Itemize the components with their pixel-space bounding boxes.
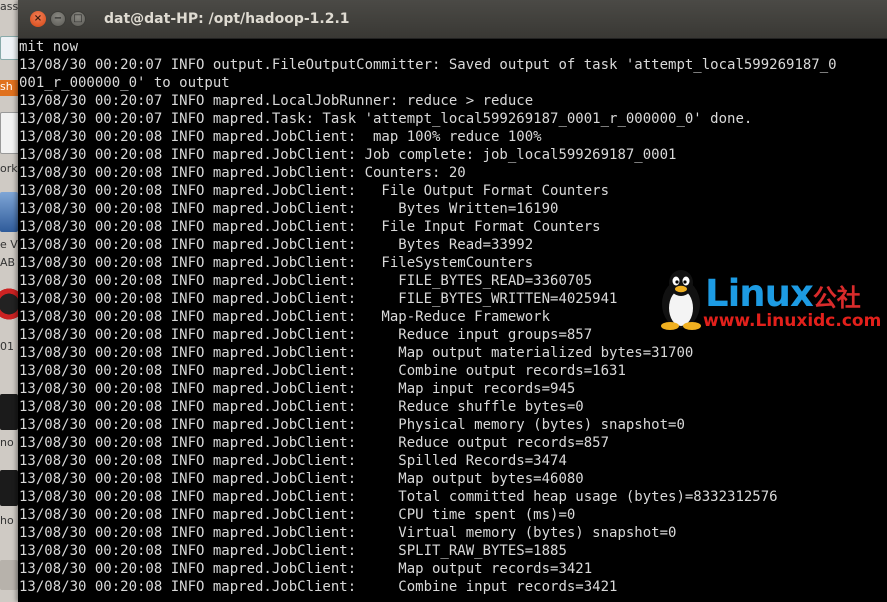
terminal-line: 13/08/30 00:20:08 INFO mapred.JobClient:… bbox=[19, 363, 626, 379]
terminal-line: 13/08/30 00:20:08 INFO mapred.JobClient:… bbox=[19, 471, 584, 487]
terminal-line: 001_r_000000_0' to output bbox=[19, 75, 230, 91]
terminal-window[interactable]: × − □ dat@dat-HP: /opt/hadoop-1.2.1 mit … bbox=[18, 0, 887, 602]
terminal-line: mit now bbox=[19, 39, 79, 55]
terminal-line: 13/08/30 00:20:08 INFO mapred.JobClient:… bbox=[19, 183, 610, 199]
terminal-line: 13/08/30 00:20:08 INFO mapred.JobClient:… bbox=[19, 399, 584, 415]
tux-penguin-icon bbox=[661, 270, 701, 330]
terminal-line: 13/08/30 00:20:08 INFO mapred.JobClient:… bbox=[19, 489, 778, 505]
terminal-line: 13/08/30 00:20:08 INFO mapred.JobClient:… bbox=[19, 237, 534, 253]
terminal-line: 13/08/30 00:20:08 INFO mapred.JobClient:… bbox=[19, 345, 694, 361]
desktop-qq-icon[interactable] bbox=[0, 288, 18, 328]
terminal-line: 13/08/30 00:20:08 INFO mapred.JobClient:… bbox=[19, 543, 567, 559]
terminal-line: 13/08/30 00:20:08 INFO mapred.JobClient:… bbox=[19, 417, 685, 433]
terminal-line: 13/08/30 00:20:08 INFO mapred.JobClient:… bbox=[19, 129, 542, 145]
terminal-line: 13/08/30 00:20:08 INFO mapred.JobClient:… bbox=[19, 219, 601, 235]
linuxidc-watermark: Linux公社 www.Linuxidc.com bbox=[655, 268, 887, 336]
desktop-virtualbox-icon[interactable] bbox=[0, 192, 18, 232]
watermark-brand-text: Linux bbox=[705, 272, 814, 315]
minimize-button[interactable]: − bbox=[50, 11, 66, 27]
close-button[interactable]: × bbox=[30, 11, 46, 27]
window-title: dat@dat-HP: /opt/hadoop-1.2.1 bbox=[104, 11, 350, 27]
terminal-line: 13/08/30 00:20:08 INFO mapred.JobClient:… bbox=[19, 435, 610, 451]
desktop-file-icon[interactable] bbox=[0, 560, 18, 590]
desktop-fragment-text: ass bbox=[0, 0, 19, 13]
watermark-url: www.Linuxidc.com bbox=[703, 311, 882, 331]
desktop-fragment-text: AB bbox=[0, 256, 16, 269]
terminal-line: 13/08/30 00:20:08 INFO mapred.JobClient:… bbox=[19, 201, 559, 217]
terminal-line: 13/08/30 00:20:07 INFO mapred.Task: Task… bbox=[19, 111, 753, 127]
desktop-terminal-icon[interactable] bbox=[0, 394, 18, 430]
desktop-fragment-text: 01 bbox=[0, 340, 14, 353]
terminal-line: 13/08/30 00:20:08 INFO mapred.JobClient:… bbox=[19, 165, 466, 181]
desktop-fragment-text: no bbox=[0, 436, 14, 449]
terminal-line: 13/08/30 00:20:07 INFO output.FileOutput… bbox=[19, 57, 837, 73]
terminal-line: 13/08/30 00:20:08 INFO mapred.JobClient:… bbox=[19, 579, 618, 595]
desktop-terminal-icon[interactable] bbox=[0, 470, 18, 506]
desktop-fragment-text: ho bbox=[0, 514, 14, 527]
terminal-line: 13/08/30 00:20:08 INFO mapred.JobClient:… bbox=[19, 507, 576, 523]
watermark-brand-cn: 公社 bbox=[812, 284, 861, 312]
desktop-app-icon[interactable] bbox=[0, 112, 20, 154]
terminal-line: 13/08/30 00:20:08 INFO mapred.JobClient:… bbox=[19, 381, 576, 397]
terminal-line: 13/08/30 00:20:08 INFO mapred.JobClient:… bbox=[19, 525, 677, 541]
terminal-line: 13/08/30 00:20:07 INFO mapred.LocalJobRu… bbox=[19, 93, 534, 109]
terminal-line: 13/08/30 00:20:08 INFO mapred.JobClient:… bbox=[19, 561, 593, 577]
window-titlebar[interactable]: × − □ dat@dat-HP: /opt/hadoop-1.2.1 bbox=[18, 0, 887, 39]
window-controls: × − □ bbox=[30, 11, 90, 27]
maximize-button[interactable]: □ bbox=[70, 11, 86, 27]
terminal-line: 13/08/30 00:20:08 INFO mapred.JobClient:… bbox=[19, 147, 677, 163]
desktop-fragment-text: sh bbox=[0, 80, 20, 96]
desktop-fragment-text: orks bbox=[0, 162, 20, 175]
desktop-fragment-text: e V bbox=[0, 238, 18, 251]
terminal-line: 13/08/30 00:20:08 INFO mapred.JobClient:… bbox=[19, 453, 567, 469]
desktop-file-icon[interactable] bbox=[0, 36, 20, 60]
desktop-strip: ass sh orks e V AB 01 no ho bbox=[0, 0, 20, 602]
